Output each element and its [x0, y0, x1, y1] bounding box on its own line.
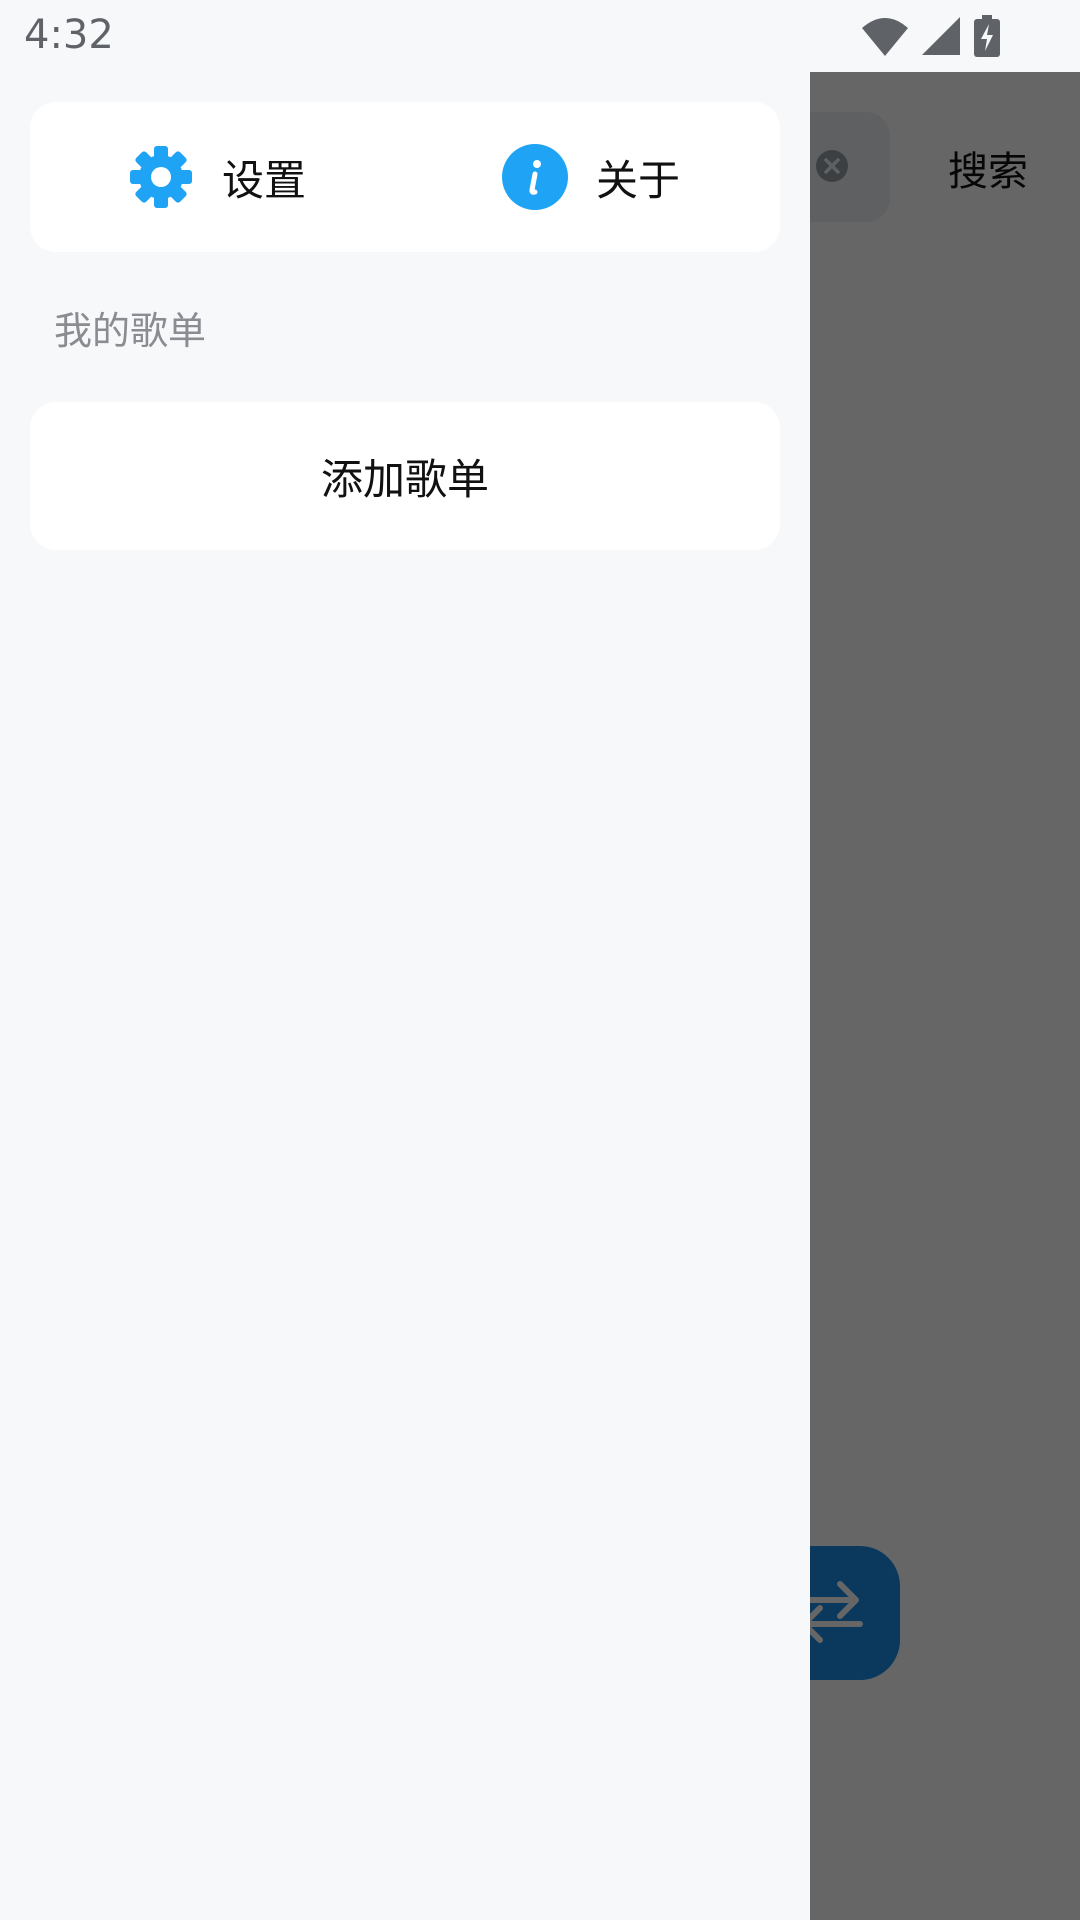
about-button[interactable]: 关于 — [502, 102, 680, 252]
drawer-actions-card: 设置 关于 — [30, 102, 780, 252]
cell-signal-icon — [922, 17, 960, 55]
status-time: 4:32 — [24, 12, 114, 58]
gear-icon — [130, 146, 192, 208]
info-icon — [502, 144, 568, 210]
about-label: 关于 — [596, 155, 681, 205]
settings-label: 设置 — [222, 155, 307, 205]
add-playlist-button[interactable]: 添加歌单 — [30, 402, 780, 550]
battery-charging-icon — [974, 15, 1000, 57]
navigation-drawer: 设置 关于 我的歌单 添加歌单 — [0, 0, 810, 1920]
my-playlists-heading: 我的歌单 — [54, 309, 207, 353]
screen: 搜索 — [0, 0, 1080, 1920]
settings-button[interactable]: 设置 — [128, 102, 306, 252]
wifi-icon — [862, 18, 908, 56]
status-bar: 4:32 — [0, 0, 1080, 72]
status-icons — [862, 12, 1000, 60]
